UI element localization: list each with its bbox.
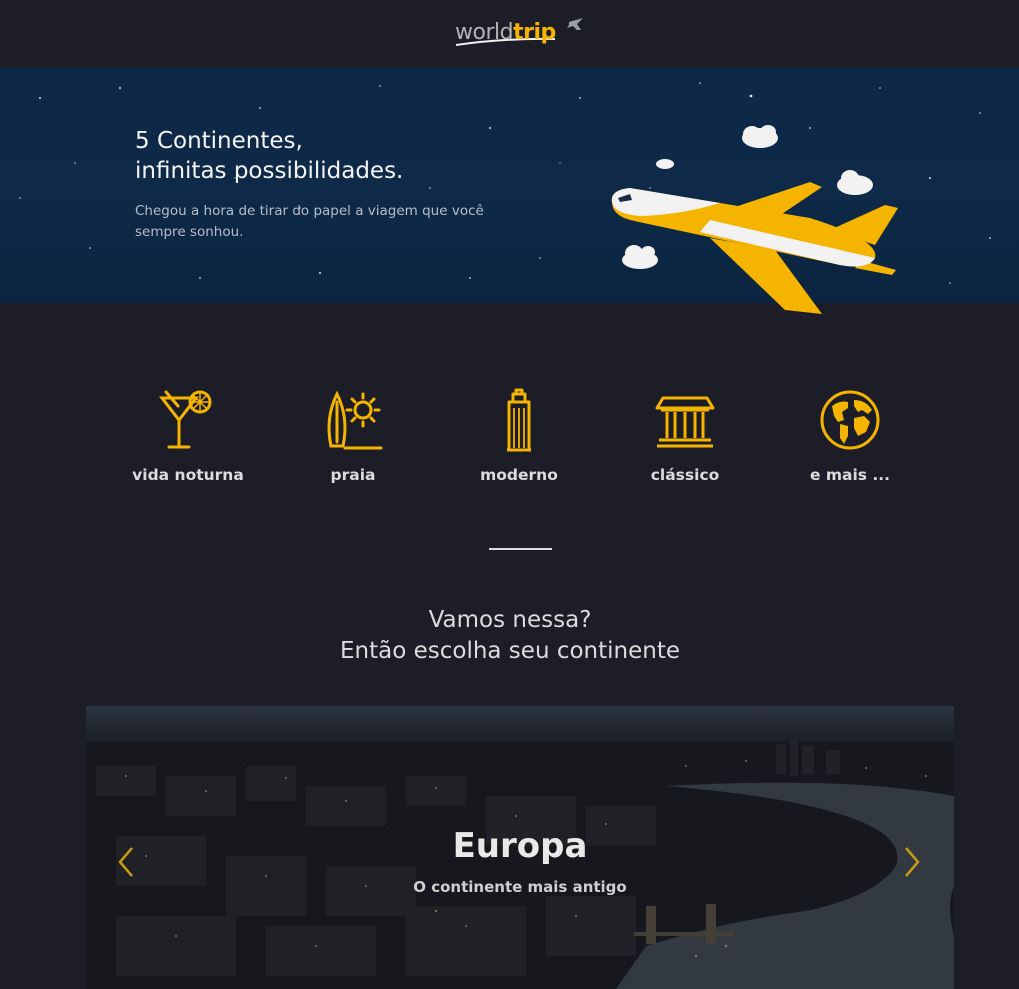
globe-icon bbox=[820, 390, 880, 450]
category-classico[interactable]: clássico bbox=[610, 388, 760, 484]
category-label: vida noturna bbox=[132, 466, 244, 484]
plane-icon bbox=[611, 182, 898, 314]
header: worldtrip bbox=[0, 0, 1019, 68]
banner-title: 5 Continentes, infinitas possibilidades. bbox=[135, 126, 555, 186]
category-e-mais[interactable]: e mais ... bbox=[775, 388, 925, 484]
banner-title-line1: 5 Continentes, bbox=[135, 128, 303, 154]
chevron-right-icon[interactable] bbox=[900, 844, 924, 880]
airplane-illustration-icon bbox=[611, 125, 898, 314]
category-label: praia bbox=[330, 466, 376, 484]
logo-trip-text: trip bbox=[513, 20, 556, 45]
slide-subtitle: O continente mais antigo bbox=[413, 878, 627, 896]
travel-types: vida noturna praia moderno clássico e ma… bbox=[100, 388, 920, 498]
logo-world-text: world bbox=[455, 20, 514, 45]
worldtrip-logo[interactable]: worldtrip bbox=[455, 16, 585, 50]
banner-title-line2: infinitas possibilidades. bbox=[135, 158, 404, 184]
cta-line2: Então escolha seu continente bbox=[339, 638, 681, 664]
section-divider bbox=[489, 548, 552, 550]
logo-text: worldtrip bbox=[455, 20, 556, 45]
cta-line1: Vamos nessa? bbox=[428, 607, 592, 633]
continent-slider[interactable]: Europa O continente mais antigo bbox=[86, 706, 954, 989]
skyscraper-icon bbox=[507, 388, 531, 452]
category-moderno[interactable]: moderno bbox=[444, 388, 594, 484]
hero-banner: 5 Continentes, infinitas possibilidades.… bbox=[0, 68, 1019, 314]
continent-cta-heading: Vamos nessa? Então escolha seu continent… bbox=[200, 605, 820, 667]
chevron-left-icon[interactable] bbox=[114, 844, 138, 880]
cocktail-icon bbox=[158, 390, 212, 449]
category-label: moderno bbox=[480, 466, 558, 484]
category-label: clássico bbox=[650, 466, 720, 484]
museum-icon bbox=[655, 396, 715, 448]
category-label: e mais ... bbox=[809, 466, 891, 484]
slide-title: Europa bbox=[452, 826, 588, 866]
surfboard-sun-icon bbox=[327, 390, 383, 450]
banner-subtitle: Chegou a hora de tirar do papel a viagem… bbox=[135, 203, 484, 240]
category-praia[interactable]: praia bbox=[278, 388, 428, 484]
category-vida-noturna[interactable]: vida noturna bbox=[113, 388, 263, 484]
